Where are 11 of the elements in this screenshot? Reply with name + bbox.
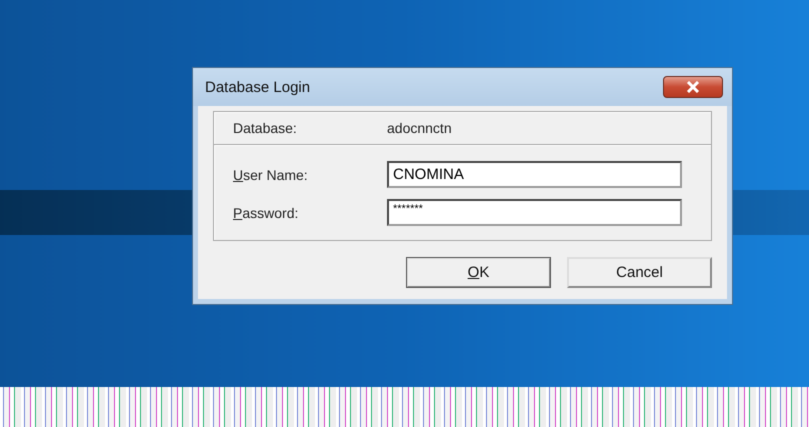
window-title: Database Login bbox=[205, 78, 310, 96]
close-icon bbox=[684, 81, 702, 93]
username-field[interactable]: CNOMINA bbox=[387, 161, 682, 188]
ok-button[interactable]: OK bbox=[406, 257, 551, 288]
database-value: adocnnctn bbox=[387, 120, 452, 136]
database-label: Database: bbox=[233, 120, 298, 136]
cancel-button[interactable]: Cancel bbox=[567, 257, 712, 288]
password-field[interactable]: ******* bbox=[387, 199, 682, 226]
field-label: User Name: bbox=[233, 166, 309, 182]
close-button[interactable] bbox=[663, 76, 723, 98]
field-label: Password: bbox=[233, 204, 300, 220]
